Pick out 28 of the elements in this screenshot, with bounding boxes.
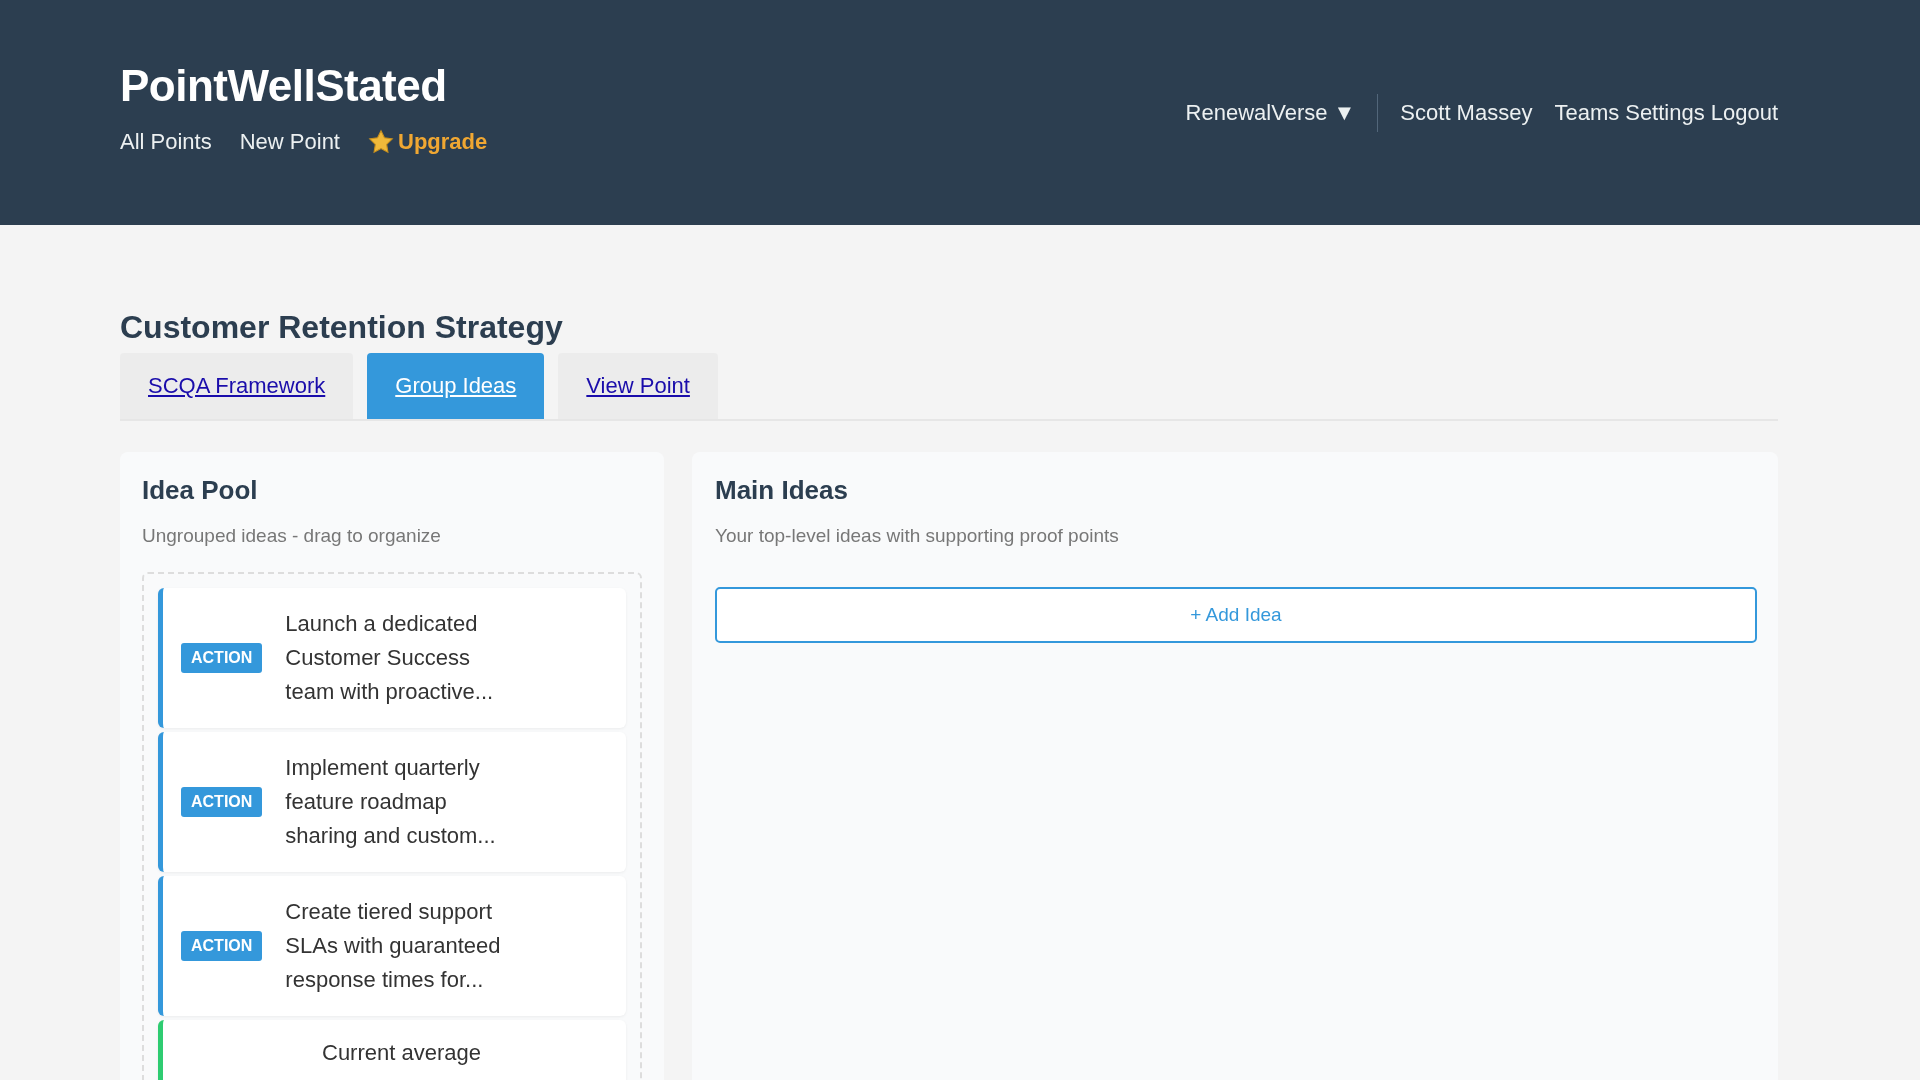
idea-card[interactable]: ACTION Implement quarterly feature roadmap sharing and custom...: [158, 732, 626, 872]
idea-card[interactable]: ACTION Create tiered support SLAs with guaranteed response times for...: [158, 876, 626, 1016]
panel-subtitle: Ungrouped ideas - drag to organize: [142, 525, 442, 547]
upgrade-link[interactable]: Upgrade: [368, 129, 488, 155]
idea-card[interactable]: Current average: [158, 1020, 626, 1080]
nav-link[interactable]: All Points: [120, 129, 212, 155]
workspace-dropdown[interactable]: RenewalVerse ▼: [1185, 100, 1356, 126]
panel-subtitle: Your top-level ideas with supporting proof points: [715, 525, 1120, 547]
idea-text: Create tiered support SLAs with guaranteed response times for...: [285, 898, 502, 994]
idea-type-tag: ACTION: [181, 643, 263, 673]
tab[interactable]: SCQA Framework: [120, 353, 354, 419]
header-link[interactable]: Settings: [1625, 100, 1705, 126]
nav-link[interactable]: New Point: [239, 129, 340, 155]
panel-title: Idea Pool: [142, 474, 259, 506]
user-name[interactable]: Scott Massey: [1400, 100, 1533, 126]
header-link[interactable]: Teams: [1554, 100, 1620, 126]
star-icon: [368, 129, 394, 155]
panel-title: Main Ideas: [715, 474, 849, 506]
idea-text: Launch a dedicated Customer Success team with proactive...: [285, 610, 495, 706]
idea-text: Current average: [322, 1039, 482, 1067]
idea-type-tag: ACTION: [181, 787, 263, 817]
idea-card[interactable]: ACTION Launch a dedicated Customer Success team with proactive...: [158, 588, 626, 728]
page-title: Customer Retention Strategy: [120, 308, 564, 347]
header-link[interactable]: Logout: [1710, 100, 1778, 126]
idea-text: Implement quarterly feature roadmap sharing and custom...: [285, 754, 497, 850]
tab[interactable]: View Point: [558, 353, 718, 419]
idea-type-tag: ACTION: [181, 931, 263, 961]
app-logo[interactable]: PointWellStated: [120, 60, 488, 112]
